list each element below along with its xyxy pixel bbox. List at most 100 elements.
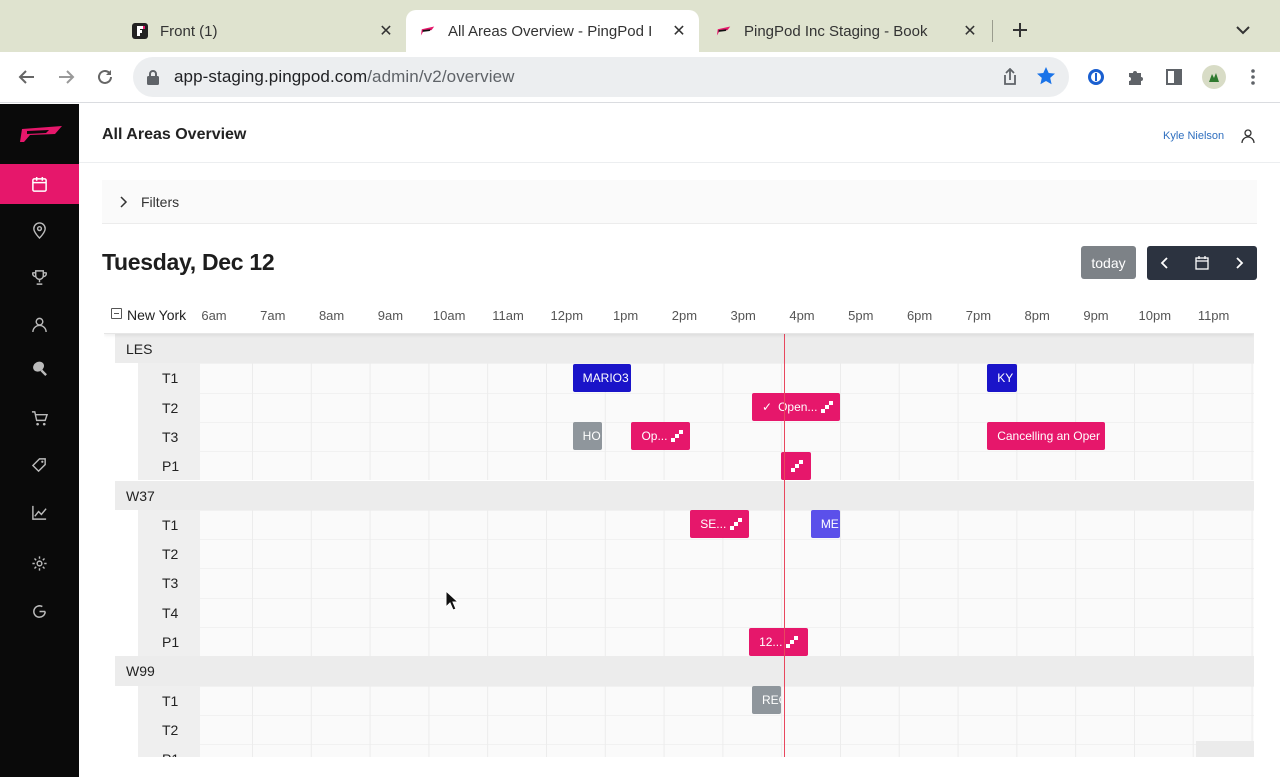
row-time-slots[interactable] — [200, 392, 1254, 422]
today-button[interactable]: today — [1081, 246, 1136, 279]
table-row: P1 — [104, 744, 1254, 757]
area-row: W37 — [115, 480, 1254, 510]
event-label: Op... — [641, 429, 668, 444]
side-panel-icon[interactable] — [1162, 65, 1186, 89]
browser-toolbar: app-staging.pingpod.com/admin/v2/overvie… — [0, 52, 1280, 103]
event-label: HO — [582, 429, 601, 444]
new-tab-plus-icon[interactable] — [1008, 18, 1032, 42]
booking-event[interactable]: ME — [810, 510, 841, 539]
table-label: T3 — [162, 575, 179, 592]
current-time-indicator — [784, 334, 786, 757]
hour-label: 9am — [377, 308, 404, 323]
row-time-slots[interactable] — [200, 539, 1254, 569]
row-time-slots[interactable] — [200, 685, 1254, 715]
paddle-icon — [33, 361, 47, 376]
table-row: P1 — [104, 627, 1254, 657]
bookmark-star-icon[interactable] — [1035, 65, 1057, 87]
forward-arrow-icon[interactable] — [53, 64, 79, 90]
sidebar-item-analytics[interactable] — [0, 492, 79, 532]
table-label: T2 — [162, 399, 179, 416]
calendar-icon — [32, 176, 47, 192]
hour-label: 11pm — [1197, 308, 1230, 323]
tab-pingpod-staging-book[interactable]: PingPod Inc Staging - Book ✕ — [702, 10, 990, 52]
table-row: T1 — [104, 509, 1254, 540]
hour-label: 7am — [260, 308, 286, 323]
sidebar-item-tournaments[interactable] — [0, 257, 79, 297]
collapse-all-toggle[interactable] — [111, 308, 122, 319]
sidebar-item-users[interactable] — [0, 304, 79, 344]
hour-label: 6pm — [906, 308, 933, 323]
pingpod-favicon-icon — [716, 23, 732, 39]
hour-label: 8am — [318, 308, 345, 323]
user-account-icon[interactable] — [1240, 128, 1256, 144]
hour-label: 12pm — [550, 308, 584, 323]
table-label: P1 — [162, 751, 179, 757]
booking-event[interactable] — [781, 451, 811, 480]
pick-date-button[interactable] — [1184, 246, 1221, 280]
event-label: SE... — [700, 517, 727, 532]
password-manager-icon[interactable] — [1084, 65, 1108, 89]
table-row: T4 — [104, 597, 1254, 627]
area-label: LES — [126, 341, 153, 357]
tab-front[interactable]: Front (1) ✕ — [118, 10, 406, 52]
row-time-slots[interactable] — [200, 627, 1254, 657]
booking-event[interactable]: KY — [987, 363, 1017, 392]
event-label: ME — [820, 517, 839, 532]
area-label: W99 — [126, 663, 155, 680]
booking-event[interactable]: ✓ Open... — [752, 393, 841, 422]
booking-event[interactable]: MARIO3 — [572, 363, 632, 392]
close-tab-icon[interactable]: ✕ — [958, 19, 982, 43]
row-time-slots[interactable] — [200, 744, 1254, 757]
pingpod-stair-icon — [821, 401, 834, 414]
close-tab-icon[interactable]: ✕ — [667, 19, 691, 43]
share-icon[interactable] — [999, 66, 1021, 88]
sidebar-item-calendar[interactable] — [0, 164, 79, 204]
table-label: T2 — [162, 721, 179, 738]
filters-panel[interactable]: Filters — [102, 180, 1257, 224]
profile-avatar-icon[interactable] — [1202, 65, 1226, 89]
user-name-link[interactable]: Kyle Nielson — [1163, 130, 1224, 142]
booking-event[interactable]: HO — [572, 422, 603, 451]
sidebar-item-locations[interactable] — [0, 210, 79, 250]
front-favicon-icon — [132, 23, 148, 39]
event-label: Cancelling an Oper — [997, 429, 1100, 444]
sidebar-item-equipment[interactable] — [0, 348, 79, 388]
row-time-slots[interactable] — [200, 363, 1254, 393]
sidebar-item-settings[interactable] — [0, 543, 79, 583]
browser-menu-icon[interactable] — [1241, 65, 1265, 89]
booking-event[interactable]: Op... — [631, 422, 691, 451]
page-title: All Areas Overview — [102, 126, 247, 143]
hour-label: 4pm — [789, 308, 815, 323]
back-arrow-icon[interactable] — [14, 64, 40, 90]
table-label: T1 — [162, 516, 179, 533]
close-tab-icon[interactable]: ✕ — [374, 19, 398, 43]
row-time-slots[interactable] — [200, 568, 1254, 598]
sidebar-item-promotions[interactable] — [0, 445, 79, 485]
row-time-slots[interactable] — [200, 597, 1254, 627]
pingpod-stair-icon — [791, 459, 804, 472]
next-day-button[interactable] — [1220, 246, 1257, 280]
sidebar-item-shop[interactable] — [0, 398, 79, 438]
booking-event[interactable]: 12... — [749, 627, 808, 656]
booking-event[interactable]: REC — [752, 686, 782, 715]
pingpod-stair-icon — [671, 430, 684, 443]
booking-event[interactable]: SE... — [690, 510, 750, 539]
extensions-puzzle-icon[interactable] — [1123, 65, 1147, 89]
row-time-slots[interactable] — [200, 451, 1254, 481]
hour-label: 3pm — [730, 308, 756, 323]
table-label: T3 — [162, 428, 179, 445]
tab-all-areas-overview[interactable]: All Areas Overview - PingPod I ✕ — [406, 10, 699, 52]
row-time-slots[interactable] — [200, 714, 1254, 745]
booking-event[interactable]: Cancelling an Oper — [987, 422, 1105, 451]
address-bar[interactable]: app-staging.pingpod.com/admin/v2/overvie… — [133, 57, 1069, 97]
reload-icon[interactable] — [92, 64, 118, 90]
tab-search-chevron-icon[interactable] — [1232, 19, 1254, 41]
horizontal-scrollbar[interactable] — [1196, 741, 1254, 757]
app-sidebar — [0, 104, 79, 777]
pingpod-logo-icon[interactable] — [18, 124, 64, 144]
sidebar-item-logout[interactable] — [0, 591, 79, 631]
tab-title: Front (1) — [160, 22, 218, 40]
prev-day-button[interactable] — [1147, 246, 1184, 280]
table-row: T2 — [104, 392, 1254, 422]
hour-header: New York 6am 7am 8am 9am 10am 11am 12pm 1pm 2pm 3… — [104, 296, 1254, 334]
